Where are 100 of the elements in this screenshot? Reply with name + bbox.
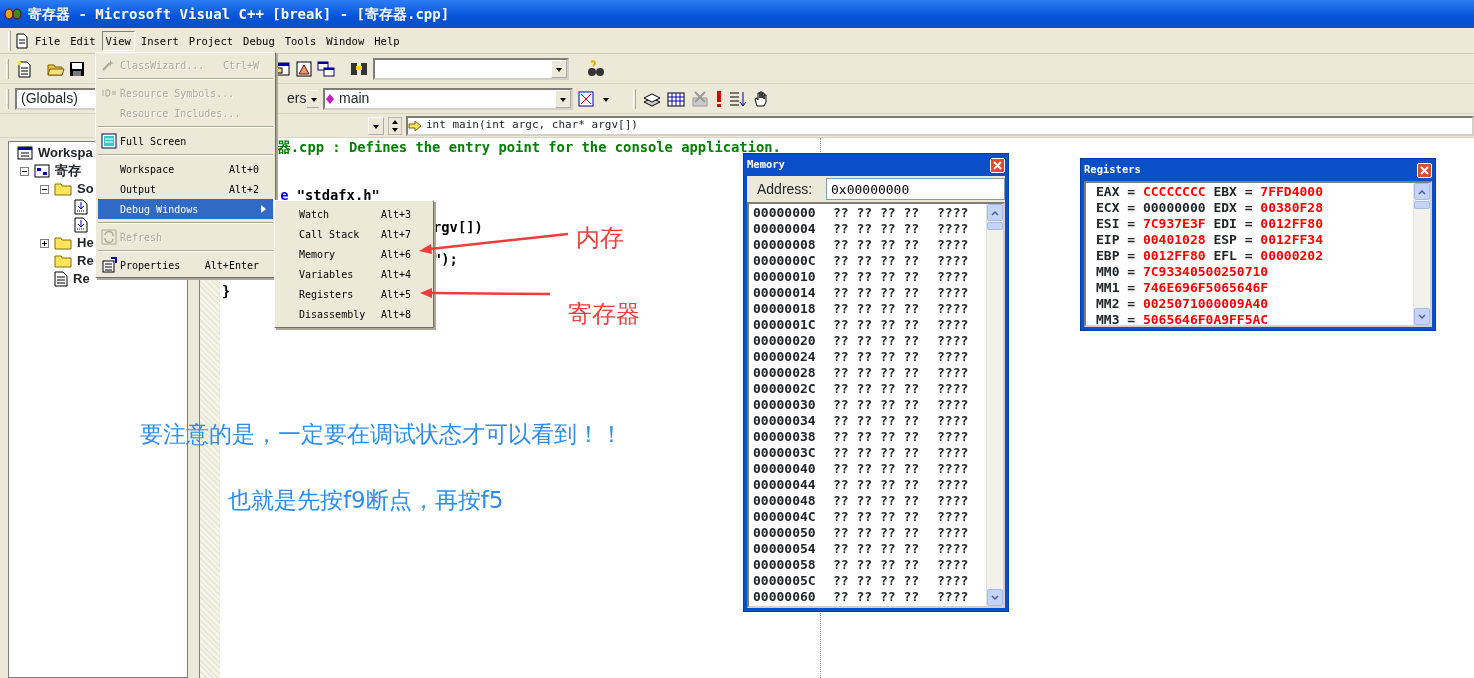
ascii-cell: ???? — [937, 397, 969, 413]
menu-item[interactable]: Registers Alt+5 — [277, 284, 431, 304]
ascii-cell: ???? — [937, 269, 969, 285]
dropdown[interactable] — [373, 57, 569, 80]
register-name: ECX = — [1096, 200, 1136, 216]
hand-icon[interactable] — [752, 89, 770, 108]
image-window-icon[interactable] — [295, 59, 313, 78]
grid-icon[interactable] — [666, 89, 686, 108]
address-cell-text: 00000028 — [753, 365, 817, 381]
register-value: 0012FF34 — [1260, 232, 1323, 248]
ascii-cell: ???? — [937, 573, 969, 589]
menu-item[interactable]: Properties Alt+Enter — [98, 255, 273, 275]
menu-item[interactable]: Memory Alt+6 — [277, 244, 431, 264]
window-title: Memory — [747, 157, 785, 173]
bytes-cell-text: ?? ?? ?? ?? — [833, 269, 921, 285]
menu-item[interactable]: Tools — [280, 30, 321, 51]
scrollbar[interactable] — [986, 204, 1003, 606]
menu-item[interactable]: Debug Windows — [98, 199, 273, 219]
bytes-cell-text: ?? ?? ?? ?? — [833, 573, 921, 589]
menu-item[interactable]: Call Stack Alt+7 — [277, 224, 431, 244]
menu-item[interactable]: Insert — [136, 30, 183, 51]
menu-item[interactable]: Disassembly Alt+8 — [277, 304, 431, 324]
close-button[interactable] — [1417, 162, 1432, 178]
ascii-cell: ???? — [937, 525, 969, 541]
dropdown[interactable]: main — [323, 87, 573, 110]
exclamation-icon[interactable] — [714, 89, 724, 108]
menu-item[interactable]: Watch Alt+3 — [277, 204, 431, 224]
address-cell-text: 00000060 — [753, 589, 817, 605]
bytes-cell-text: ?? ?? ?? ?? — [833, 413, 921, 429]
bytes-cell-text: ?? ?? ?? ?? — [833, 397, 921, 413]
file-icon[interactable] — [74, 217, 88, 233]
menu-item[interactable]: Workspace Alt+0 — [98, 159, 273, 179]
menu-item[interactable]: Debug — [239, 30, 279, 51]
scroll-thumb[interactable] — [987, 222, 1003, 230]
address-cell-text: 00000014 — [753, 285, 817, 301]
workspace-icon[interactable] — [17, 145, 33, 161]
menu-item[interactable]: File — [31, 30, 65, 51]
expand-icon[interactable] — [40, 238, 49, 248]
code-line: e "stdafx.h" — [280, 187, 380, 203]
close-button[interactable] — [990, 157, 1005, 173]
register-value: CCCCCCCC — [1142, 184, 1206, 200]
bytes-cell-text: ?? ?? ?? ?? — [833, 317, 921, 333]
ascii-cell: ???? — [937, 301, 969, 317]
tree-item[interactable]: 寄存 — [55, 162, 81, 180]
scroll-up-button[interactable] — [1414, 183, 1430, 200]
dropdown-button[interactable] — [368, 116, 384, 135]
ascii-cell: ???? — [937, 461, 969, 477]
scroll-thumb[interactable] — [1414, 201, 1430, 209]
ascii-cell: ???? — [937, 445, 969, 461]
function-field: int main(int argc, char* argv[]) — [406, 115, 1474, 136]
register-name: EDX = — [1213, 200, 1253, 216]
file-icon[interactable] — [74, 199, 88, 215]
document-icon[interactable] — [54, 271, 68, 287]
address-cell-text: 00000058 — [753, 557, 817, 573]
tree-item[interactable]: He — [77, 234, 94, 252]
menu-item[interactable]: Output Alt+2 — [98, 179, 273, 199]
save-icon[interactable] — [69, 60, 85, 77]
scroll-down-button[interactable] — [1414, 308, 1430, 325]
callout-label: 寄存器 — [568, 299, 640, 330]
menu-item[interactable]: Help — [370, 30, 404, 51]
collapse-icon[interactable] — [20, 166, 29, 176]
scrollbar[interactable] — [1413, 183, 1430, 325]
ascii-cell: ???? — [937, 493, 969, 509]
class-view-icon[interactable] — [577, 89, 597, 108]
address-cell-text: 00000030 — [753, 397, 817, 413]
properties-icon — [101, 257, 117, 273]
windows-icon[interactable] — [317, 59, 335, 78]
menu-item[interactable]: View — [101, 30, 135, 51]
ascii-cell: ???? — [937, 541, 969, 557]
bytes-cell-text: ?? ?? ?? ?? — [833, 205, 921, 221]
tree-item[interactable]: Re — [73, 270, 90, 288]
help-search-icon[interactable] — [587, 59, 605, 78]
tree-item[interactable]: Re — [77, 252, 94, 270]
document-icon[interactable] — [15, 32, 29, 49]
collapse-icon[interactable] — [40, 184, 49, 194]
register-value: 00380F28 — [1260, 200, 1323, 216]
ascii-cell: ???? — [937, 429, 969, 445]
tree-item[interactable]: So — [77, 180, 94, 198]
ascii-cell: ???? — [937, 317, 969, 333]
address-cell-text: 00000010 — [753, 269, 817, 285]
tree-item[interactable]: Workspa — [38, 144, 93, 162]
menu-item[interactable]: Window — [322, 30, 369, 51]
sort-icon[interactable] — [728, 89, 748, 108]
menu-item[interactable]: Full Screen — [98, 131, 273, 151]
spin-icon[interactable] — [388, 116, 402, 135]
bytes-cell-text: ?? ?? ?? ?? — [833, 509, 921, 525]
address-field[interactable]: 0x00000000 — [826, 178, 1005, 200]
scroll-down-button[interactable] — [987, 589, 1003, 606]
ascii-cell: ???? — [937, 253, 969, 269]
menu-item[interactable]: Project — [184, 30, 238, 51]
bytes-cell-text: ?? ?? ?? ?? — [833, 237, 921, 253]
register-value: 00000000 — [1142, 200, 1206, 216]
register-value: 5065646F0A9FF5AC — [1142, 312, 1269, 328]
register-value: 7C93340500250710 — [1142, 264, 1269, 280]
menu-item[interactable]: Edit — [66, 30, 100, 51]
new-file-icon[interactable] — [15, 59, 33, 78]
window-title: Registers — [1084, 162, 1141, 178]
scroll-up-button[interactable] — [987, 204, 1003, 221]
menu-item[interactable]: Variables Alt+4 — [277, 264, 431, 284]
project-icon[interactable] — [34, 163, 50, 179]
